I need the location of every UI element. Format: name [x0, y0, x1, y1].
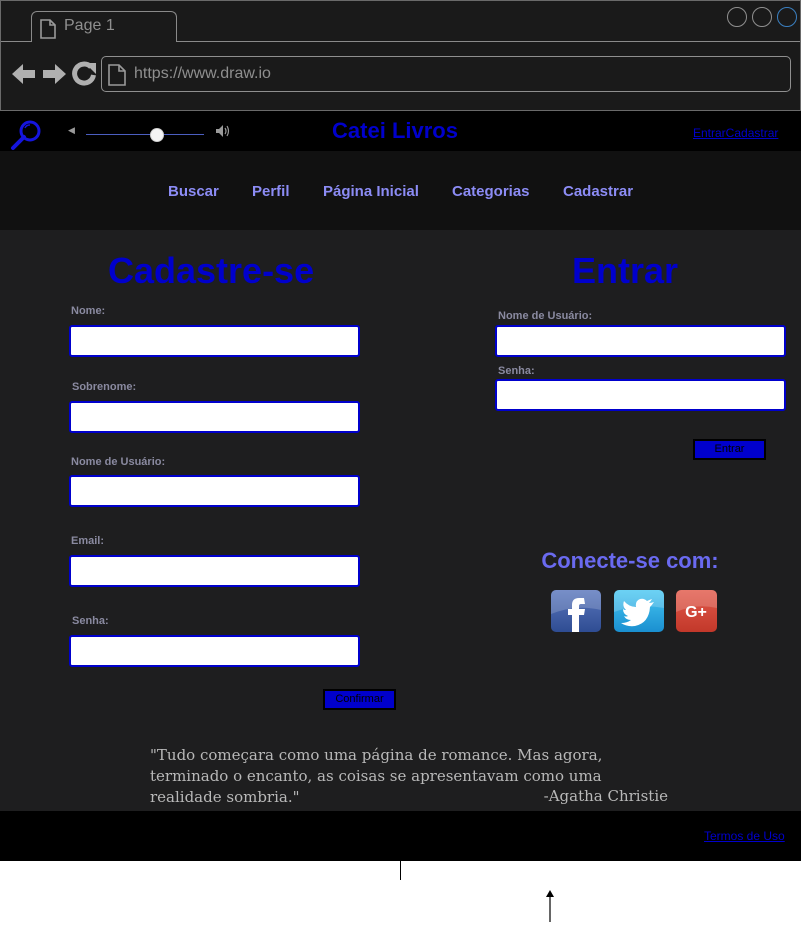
- social-connect-title: Conecte-se com:: [541, 548, 719, 573]
- confirm-button[interactable]: Confirmar: [323, 689, 396, 710]
- email-input[interactable]: [69, 555, 360, 587]
- url-text: https://www.draw.io: [134, 65, 271, 82]
- email-label: Email:: [71, 535, 105, 547]
- first-name-label: Nome:: [71, 305, 106, 317]
- nav-item-pagina-inicial[interactable]: Página Inicial: [323, 183, 419, 200]
- main-content: Cadastre-se Nome: Sobrenome: Nome de Usu…: [0, 230, 801, 811]
- reload-icon[interactable]: [71, 61, 97, 92]
- last-name-input[interactable]: [69, 401, 360, 433]
- site-topbar: ◀ Catei Livros EntrarCadastrar: [0, 111, 801, 151]
- nav-item-cadastrar[interactable]: Cadastrar: [563, 183, 633, 200]
- register-password-input[interactable]: [69, 635, 360, 667]
- login-title: Entrar: [572, 250, 679, 291]
- window-close-button[interactable]: [777, 7, 797, 27]
- arrow-up-icon: [544, 889, 556, 928]
- window-minimize-button[interactable]: [727, 7, 747, 27]
- login-password-label: Senha:: [498, 365, 535, 377]
- page-icon: [108, 64, 126, 91]
- register-username-label: Nome de Usuário:: [71, 456, 166, 468]
- tab-label: Page 1: [64, 17, 115, 34]
- quote-author: -Agatha Christie: [543, 787, 668, 805]
- register-password-label: Senha:: [72, 615, 109, 627]
- login-username-input[interactable]: [495, 325, 786, 357]
- volume-low-icon: ◀: [68, 125, 75, 135]
- window-maximize-button[interactable]: [752, 7, 772, 27]
- site-footer: Termos de Uso: [0, 811, 801, 861]
- twitter-icon[interactable]: [614, 590, 664, 632]
- main-nav: Buscar Perfil Página Inicial Categorias …: [0, 151, 801, 230]
- register-username-input[interactable]: [69, 475, 360, 507]
- google-plus-text: G+: [685, 604, 707, 621]
- login-password-input[interactable]: [495, 379, 786, 411]
- address-bar[interactable]: https://www.draw.io: [101, 56, 791, 92]
- forward-arrow-icon[interactable]: [41, 61, 67, 92]
- nav-item-perfil[interactable]: Perfil: [252, 183, 290, 200]
- google-plus-icon[interactable]: G+: [676, 590, 717, 632]
- volume-high-icon: [215, 124, 231, 141]
- browser-tab[interactable]: Page 1: [31, 11, 177, 42]
- page-icon: [40, 19, 56, 44]
- volume-slider-knob[interactable]: [150, 128, 164, 142]
- last-name-label: Sobrenome:: [72, 381, 137, 393]
- login-register-link[interactable]: EntrarCadastrar: [693, 126, 778, 140]
- site-title: Catei Livros: [332, 118, 458, 143]
- volume-slider[interactable]: [86, 134, 204, 135]
- login-button[interactable]: Entrar: [693, 439, 766, 460]
- browser-chrome: Page 1 https://www.draw.io: [0, 0, 801, 111]
- login-username-label: Nome de Usuário:: [498, 310, 593, 322]
- connector-line: [400, 861, 401, 880]
- register-title: Cadastre-se: [108, 250, 315, 291]
- nav-item-buscar[interactable]: Buscar: [168, 183, 219, 200]
- terms-of-use-link[interactable]: Termos de Uso: [704, 829, 785, 843]
- back-arrow-icon[interactable]: [11, 61, 37, 92]
- facebook-icon[interactable]: [551, 590, 601, 632]
- first-name-input[interactable]: [69, 325, 360, 357]
- nav-item-categorias[interactable]: Categorias: [452, 183, 530, 200]
